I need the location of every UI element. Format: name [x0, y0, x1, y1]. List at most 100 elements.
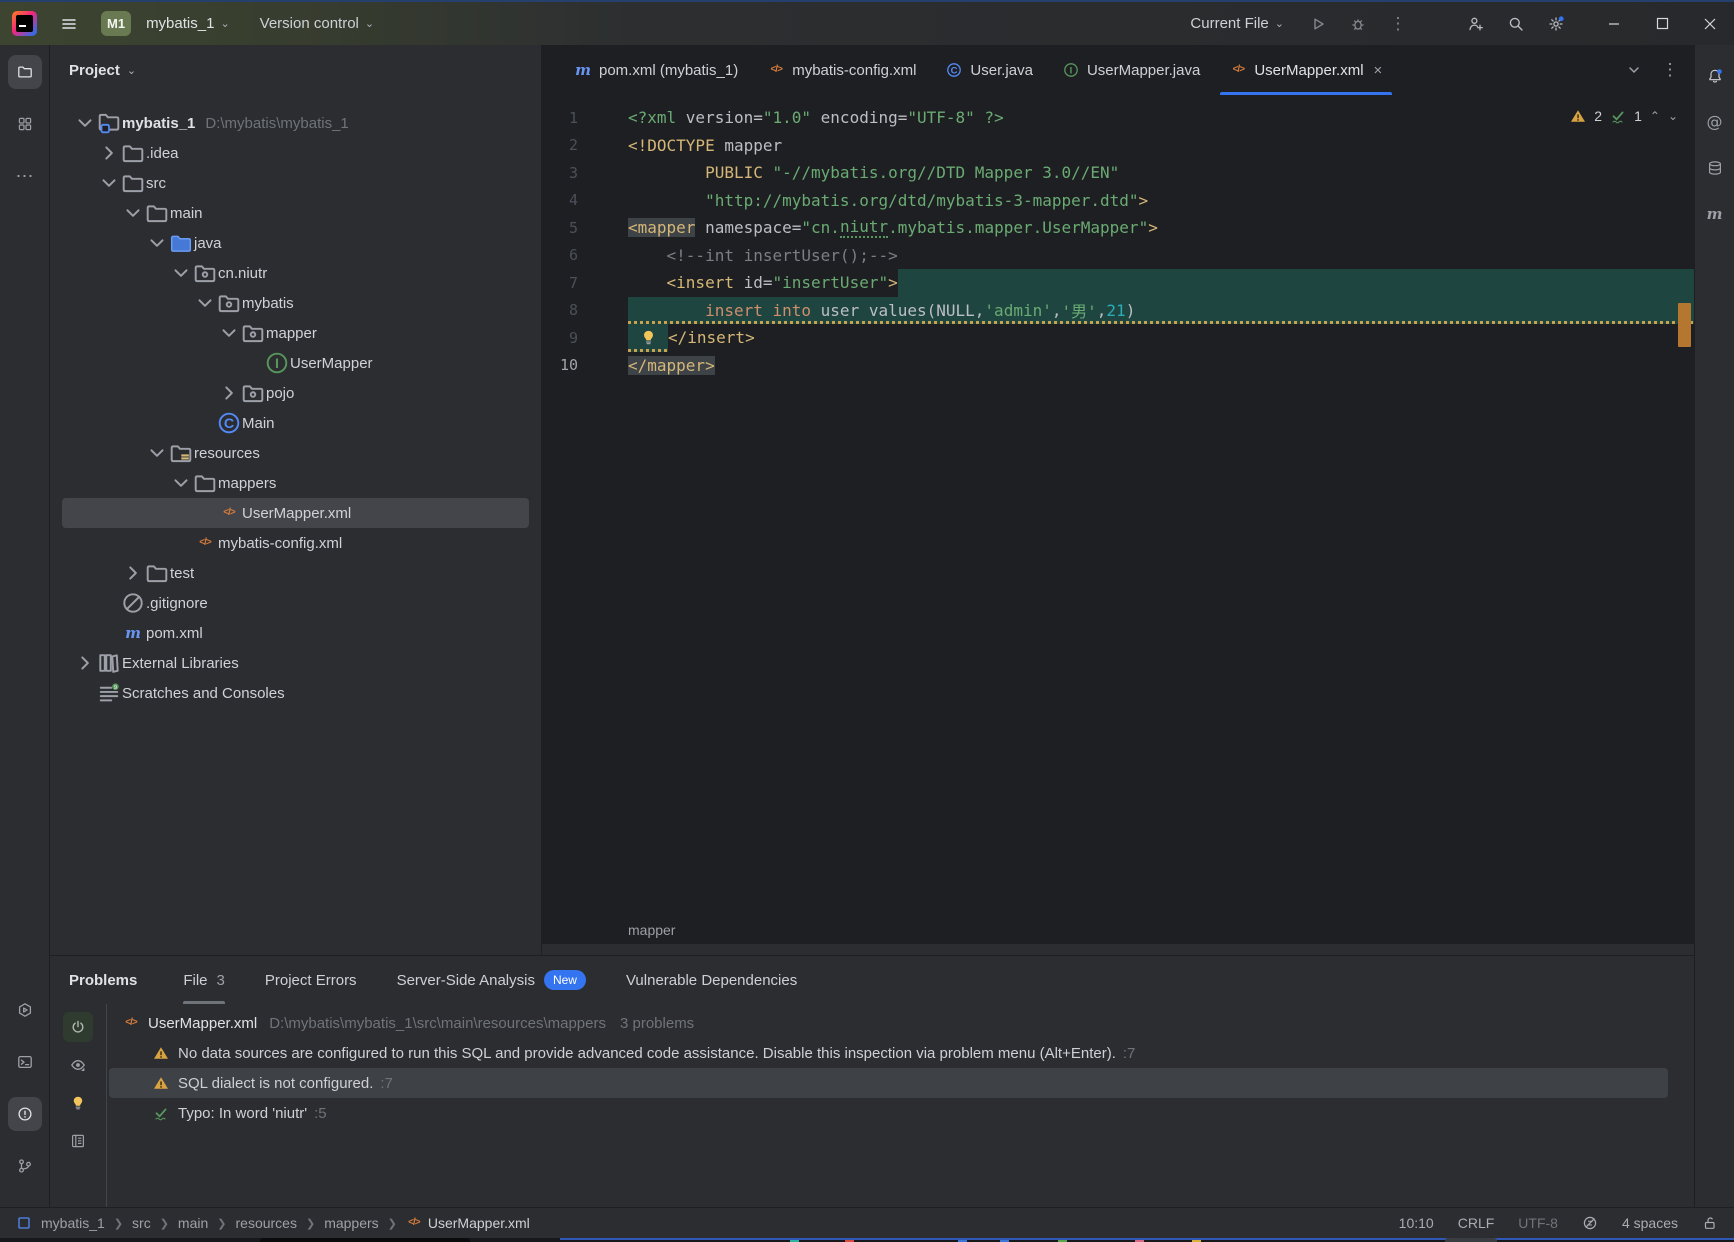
- tree-item-mybatis[interactable]: mybatis: [50, 288, 541, 318]
- problem-item[interactable]: Typo: In word 'niutr' :5: [107, 1098, 1694, 1128]
- inspections-widget[interactable]: 2 1 ⌃ ⌄: [1570, 108, 1678, 124]
- code-line-9[interactable]: 9 </insert>: [542, 324, 1694, 352]
- intention-bulb-icon[interactable]: [640, 329, 657, 346]
- tree-collapse-chevron[interactable]: [169, 471, 193, 495]
- tree-collapse-chevron[interactable]: [97, 171, 121, 195]
- tree-item-test[interactable]: test: [50, 558, 541, 588]
- tree-item-.gitignore[interactable]: .gitignore: [50, 588, 541, 618]
- status-crumb-mybatis_1[interactable]: mybatis_1: [41, 1215, 105, 1231]
- breadcrumb-tag[interactable]: mapper: [628, 922, 675, 938]
- code-line-4[interactable]: 4 "http://mybatis.org/dtd/mybatis-3-mapp…: [542, 187, 1694, 215]
- right-stripe-maven-tool-button[interactable]: m: [1698, 197, 1732, 231]
- status-crumb-mappers[interactable]: mappers: [324, 1215, 378, 1231]
- more-actions-button[interactable]: ⋮: [1378, 16, 1418, 32]
- tree-expand-chevron[interactable]: [121, 561, 145, 585]
- lock-open-icon[interactable]: [1702, 1215, 1718, 1231]
- status-breadcrumbs[interactable]: mybatis_1❯src❯main❯resources❯mappers❯</>…: [16, 1215, 530, 1231]
- code-line-1[interactable]: 1 <?xml version="1.0" encoding="UTF-8" ?…: [542, 104, 1694, 132]
- code-line-7[interactable]: 7 <insert id="insertUser">: [542, 269, 1694, 297]
- tree-item-Scratches and Consoles[interactable]: 9 Scratches and Consoles: [50, 678, 541, 708]
- hidden-tabs-chevron-icon[interactable]: [1626, 62, 1642, 78]
- status-crumb-src[interactable]: src: [132, 1215, 151, 1231]
- tree-item-UserMapper[interactable]: I UserMapper: [50, 348, 541, 378]
- tool-stripe-project-folder-button[interactable]: [8, 55, 42, 89]
- project-panel-header[interactable]: Project ⌄: [50, 45, 541, 95]
- editor-tab-User.java[interactable]: C User.java: [931, 45, 1048, 95]
- tree-collapse-chevron[interactable]: [217, 321, 241, 345]
- code-line-5[interactable]: 5 <mapper namespace="cn.niutr.mybatis.ma…: [542, 214, 1694, 242]
- status-crumb-main[interactable]: main: [178, 1215, 208, 1231]
- tree-collapse-chevron[interactable]: [145, 231, 169, 255]
- maximize-button[interactable]: [1638, 2, 1686, 45]
- tree-item-mybatis_1[interactable]: mybatis_1 D:\mybatis\mybatis_1: [50, 108, 541, 138]
- tool-stripe-git-branch-button[interactable]: [8, 1149, 42, 1183]
- editor-tab-pom.xml (mybatis_1)[interactable]: m pom.xml (mybatis_1): [560, 45, 753, 95]
- problems-tab-Vulnerable Dependencies[interactable]: Vulnerable Dependencies: [626, 956, 797, 1004]
- line-ending[interactable]: CRLF: [1458, 1215, 1495, 1231]
- tree-item-.idea[interactable]: .idea: [50, 138, 541, 168]
- problems-tab-Project Errors[interactable]: Project Errors: [265, 956, 357, 1004]
- tree-item-UserMapper.xml[interactable]: </> UserMapper.xml: [50, 498, 541, 528]
- highlighting-level-icon[interactable]: [1582, 1215, 1598, 1231]
- tree-item-mybatis-config.xml[interactable]: </> mybatis-config.xml: [50, 528, 541, 558]
- tree-item-External Libraries[interactable]: External Libraries: [50, 648, 541, 678]
- tree-item-main[interactable]: main: [50, 198, 541, 228]
- tree-expand-chevron[interactable]: [73, 651, 97, 675]
- tree-expand-chevron[interactable]: [97, 141, 121, 165]
- status-crumb-UserMapper.xml[interactable]: </>UserMapper.xml: [406, 1215, 530, 1231]
- tool-stripe-terminal-button[interactable]: [8, 1045, 42, 1079]
- file-encoding[interactable]: UTF-8: [1518, 1215, 1558, 1231]
- problem-item[interactable]: No data sources are configured to run th…: [107, 1038, 1694, 1068]
- tree-collapse-chevron[interactable]: [169, 261, 193, 285]
- right-stripe-notifications-bell-button[interactable]: [1698, 59, 1732, 93]
- close-tab-icon[interactable]: ×: [1374, 62, 1383, 79]
- project-widget[interactable]: M1 mybatis_1 ⌄: [93, 8, 238, 40]
- tree-collapse-chevron[interactable]: [121, 201, 145, 225]
- settings-button[interactable]: [1536, 16, 1576, 32]
- tree-expand-chevron[interactable]: [217, 381, 241, 405]
- indent-setting[interactable]: 4 spaces: [1622, 1215, 1678, 1231]
- code-with-me-button[interactable]: [1456, 16, 1496, 32]
- code-editor[interactable]: 1 <?xml version="1.0" encoding="UTF-8" ?…: [542, 95, 1694, 916]
- run-configuration-selector[interactable]: Current File ⌄: [1182, 8, 1292, 40]
- editor-options-kebab-icon[interactable]: ⋮: [1662, 62, 1678, 78]
- main-menu-button[interactable]: [53, 8, 85, 40]
- editor-tab-UserMapper.java[interactable]: I UserMapper.java: [1048, 45, 1215, 95]
- code-line-2[interactable]: 2 <!DOCTYPE mapper: [542, 132, 1694, 160]
- editor-tab-mybatis-config.xml[interactable]: </> mybatis-config.xml: [753, 45, 931, 95]
- code-line-10[interactable]: 10 </mapper>: [542, 352, 1694, 380]
- code-line-3[interactable]: 3 PUBLIC "-//mybatis.org//DTD Mapper 3.0…: [542, 159, 1694, 187]
- editor-breadcrumb-bar[interactable]: mapper: [542, 916, 1694, 944]
- tree-item-cn.niutr[interactable]: cn.niutr: [50, 258, 541, 288]
- close-button[interactable]: [1686, 2, 1734, 45]
- tree-item-mappers[interactable]: mappers: [50, 468, 541, 498]
- run-button[interactable]: [1298, 16, 1338, 32]
- right-stripe-database-button[interactable]: [1698, 151, 1732, 185]
- tree-item-pom.xml[interactable]: m pom.xml: [50, 618, 541, 648]
- tree-collapse-chevron[interactable]: [73, 111, 97, 135]
- search-everywhere-button[interactable]: [1496, 16, 1536, 32]
- right-stripe-ai-assistant-button[interactable]: @: [1698, 105, 1732, 139]
- tree-item-resources[interactable]: resources: [50, 438, 541, 468]
- debug-button[interactable]: [1338, 16, 1378, 32]
- tree-collapse-chevron[interactable]: [145, 441, 169, 465]
- tool-stripe-structure-button[interactable]: [8, 107, 42, 141]
- code-line-6[interactable]: 6 <!--int insertUser();-->: [542, 242, 1694, 270]
- tree-item-java[interactable]: java: [50, 228, 541, 258]
- tool-stripe-problems-button[interactable]: [8, 1097, 42, 1131]
- next-problem-chevron-icon[interactable]: ⌄: [1668, 109, 1678, 123]
- problems-tab-File[interactable]: File 3: [183, 956, 225, 1004]
- problems-file-row[interactable]: </>UserMapper.xml D:\mybatis\mybatis_1\s…: [107, 1008, 1694, 1038]
- version-control-widget[interactable]: Version control ⌄: [252, 8, 382, 40]
- problems-toolbar-quick-fix-bulb-button[interactable]: [63, 1088, 93, 1118]
- tree-item-mapper[interactable]: mapper: [50, 318, 541, 348]
- code-line-8[interactable]: 8 insert into user values(NULL,'admin','…: [542, 297, 1694, 325]
- status-crumb-resources[interactable]: resources: [236, 1215, 297, 1231]
- tree-item-src[interactable]: src: [50, 168, 541, 198]
- editor-tab-UserMapper.xml[interactable]: </> UserMapper.xml ×: [1215, 45, 1397, 95]
- problems-toolbar-open-in-editor-button[interactable]: [63, 1126, 93, 1156]
- previous-problem-chevron-icon[interactable]: ⌃: [1650, 109, 1660, 123]
- minimize-button[interactable]: [1590, 2, 1638, 45]
- problems-toolbar-preview-eye-button[interactable]: [63, 1050, 93, 1080]
- caret-position[interactable]: 10:10: [1399, 1215, 1434, 1231]
